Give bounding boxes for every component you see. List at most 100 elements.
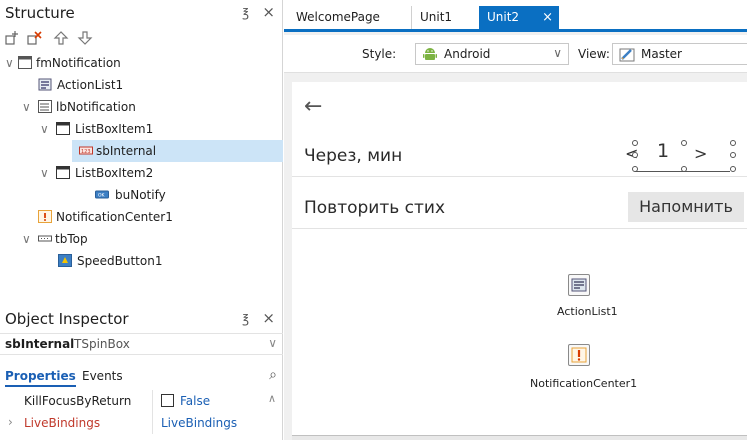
property-row[interactable]: KillFocusByReturn False bbox=[0, 390, 265, 412]
add-node-icon[interactable] bbox=[4, 30, 22, 46]
listboxitem-icon bbox=[56, 166, 70, 179]
delete-node-icon[interactable] bbox=[26, 30, 44, 46]
structure-tree: ∨ fmNotification ActionList1 ∨ lbNotific… bbox=[0, 52, 283, 292]
tree-node-listboxitem1[interactable]: ∨ ListBoxItem1 bbox=[0, 118, 283, 140]
close-icon[interactable]: × bbox=[262, 309, 275, 327]
move-down-icon[interactable] bbox=[76, 30, 94, 46]
property-name: LiveBindings bbox=[24, 416, 101, 430]
chevron-down-icon[interactable]: ∨ bbox=[268, 336, 277, 350]
resize-handle[interactable] bbox=[730, 152, 736, 158]
resize-handle[interactable] bbox=[681, 140, 687, 146]
tree-node-tbtop[interactable]: ∨ tbTop bbox=[0, 228, 283, 250]
toolbar-icon bbox=[38, 235, 52, 242]
tab-label: Unit2 bbox=[487, 10, 520, 24]
svg-text:OK: OK bbox=[98, 193, 106, 199]
structure-title: Structure bbox=[5, 4, 75, 22]
resize-handle[interactable] bbox=[632, 152, 638, 158]
component-notificationcenter1[interactable]: NotificationCenter1 bbox=[530, 344, 708, 394]
tree-node-listboxitem2[interactable]: ∨ ListBoxItem2 bbox=[0, 162, 283, 184]
resize-handle[interactable] bbox=[681, 166, 687, 172]
style-label: Style: bbox=[362, 47, 397, 61]
tree-node-notificationcenter1[interactable]: NotificationCenter1 bbox=[0, 206, 283, 228]
android-icon bbox=[423, 48, 437, 60]
tree-node-label: NotificationCenter1 bbox=[56, 210, 173, 224]
property-name: KillFocusByReturn bbox=[24, 394, 132, 408]
property-grid: KillFocusByReturn False › LiveBindings L… bbox=[0, 390, 283, 440]
checkbox[interactable] bbox=[161, 394, 174, 407]
listbox-icon bbox=[38, 100, 52, 113]
search-icon[interactable]: ⌕ bbox=[269, 367, 277, 383]
resize-handle[interactable] bbox=[730, 140, 736, 146]
object-inspector-title: Object Inspector bbox=[5, 310, 129, 328]
close-tab-icon[interactable]: × bbox=[542, 6, 553, 29]
tree-node-actionlist1[interactable]: ActionList1 bbox=[0, 74, 283, 96]
tab-unit2[interactable]: Unit2 × bbox=[479, 6, 559, 29]
structure-toolbar bbox=[0, 28, 283, 50]
property-value[interactable]: False bbox=[152, 390, 210, 412]
document-tabs: WelcomePage Unit1 Unit2 × bbox=[284, 0, 747, 32]
tree-node-label: tbTop bbox=[55, 232, 88, 246]
close-icon[interactable]: × bbox=[262, 3, 275, 21]
tree-node-label: ListBoxItem1 bbox=[75, 122, 154, 136]
move-up-icon[interactable] bbox=[52, 30, 70, 46]
actionlist-component-icon bbox=[568, 274, 590, 296]
listboxitem-icon bbox=[56, 122, 70, 135]
resize-handle[interactable] bbox=[730, 166, 736, 172]
tree-node-label: ActionList1 bbox=[57, 78, 124, 92]
property-row[interactable]: › LiveBindings LiveBindings bbox=[0, 412, 265, 434]
pin-icon[interactable]: ℥ bbox=[242, 312, 249, 326]
chevron-down-icon[interactable]: ∨ bbox=[553, 46, 562, 60]
view-select[interactable]: Master bbox=[612, 43, 747, 65]
inspector-tabs: Properties Events ⌕ bbox=[0, 364, 283, 390]
designer-area: WelcomePage Unit1 Unit2 × Style: Android … bbox=[284, 0, 747, 440]
tab-events[interactable]: Events bbox=[82, 369, 123, 383]
tab-unit1[interactable]: Unit1 bbox=[411, 6, 460, 29]
tree-node-fmnotification[interactable]: ∨ fmNotification bbox=[0, 52, 283, 74]
structure-header: Structure ℥ × bbox=[0, 0, 283, 28]
component-label: NotificationCenter1 bbox=[530, 377, 638, 390]
repeat-label: Повторить стих bbox=[304, 198, 446, 218]
chevron-down-icon[interactable]: ∨ bbox=[22, 228, 34, 250]
scroll-up-icon[interactable]: ∧ bbox=[268, 392, 276, 405]
resize-handle[interactable] bbox=[632, 166, 638, 172]
chevron-down-icon[interactable]: ∨ bbox=[22, 96, 34, 118]
speedbutton-icon bbox=[58, 254, 72, 267]
tree-node-bunotify[interactable]: OK buNotify bbox=[0, 184, 283, 206]
chevron-down-icon[interactable]: ∨ bbox=[5, 52, 17, 74]
tab-properties[interactable]: Properties bbox=[5, 369, 76, 387]
tree-node-sbinternal[interactable]: 123 sbInternal bbox=[72, 140, 283, 162]
tab-welcomepage[interactable]: WelcomePage bbox=[288, 6, 388, 29]
listbox-item-1[interactable]: Через, мин < 1 > bbox=[292, 134, 747, 177]
chevron-down-icon[interactable]: ∨ bbox=[40, 162, 52, 184]
selected-object-name: sbInternal bbox=[5, 337, 75, 351]
pin-icon[interactable]: ℥ bbox=[242, 6, 249, 20]
property-value[interactable]: LiveBindings bbox=[152, 412, 237, 434]
button-icon: OK bbox=[95, 190, 109, 199]
tree-node-label: ListBoxItem2 bbox=[75, 166, 154, 180]
tree-node-label: lbNotification bbox=[56, 100, 136, 114]
object-inspector-header: Object Inspector ℥ × bbox=[0, 306, 283, 334]
chevron-right-icon[interactable]: › bbox=[8, 415, 13, 429]
spin-increment[interactable]: > bbox=[694, 144, 707, 163]
form-icon bbox=[18, 56, 32, 69]
object-selector[interactable]: sbInternal TSpinBox ∨ bbox=[0, 333, 283, 355]
tree-node-lbnotification[interactable]: ∨ lbNotification bbox=[0, 96, 283, 118]
form-designer: ← Через, мин < 1 > Повторить стих Напомн… bbox=[292, 82, 747, 440]
tree-node-label: fmNotification bbox=[36, 56, 121, 70]
listbox-item-2[interactable]: Повторить стих Напомнить bbox=[292, 186, 747, 229]
tree-node-speedbutton1[interactable]: SpeedButton1 bbox=[0, 250, 283, 272]
chevron-down-icon[interactable]: ∨ bbox=[40, 118, 52, 140]
selected-object-type: TSpinBox bbox=[74, 337, 130, 351]
style-select[interactable]: Android ∨ bbox=[415, 43, 569, 65]
actionlist-icon bbox=[38, 78, 52, 91]
svg-text:123: 123 bbox=[81, 149, 91, 155]
component-actionlist1[interactable]: ActionList1 bbox=[557, 274, 688, 324]
component-label: ActionList1 bbox=[557, 305, 618, 318]
spin-value[interactable]: 1 bbox=[657, 140, 669, 162]
resize-handle[interactable] bbox=[632, 140, 638, 146]
notify-button[interactable]: Напомнить bbox=[628, 192, 744, 222]
style-value: Android bbox=[444, 47, 491, 61]
form-bottom-edge bbox=[292, 435, 747, 440]
view-value: Master bbox=[641, 47, 682, 61]
back-arrow-icon[interactable]: ← bbox=[304, 94, 322, 119]
